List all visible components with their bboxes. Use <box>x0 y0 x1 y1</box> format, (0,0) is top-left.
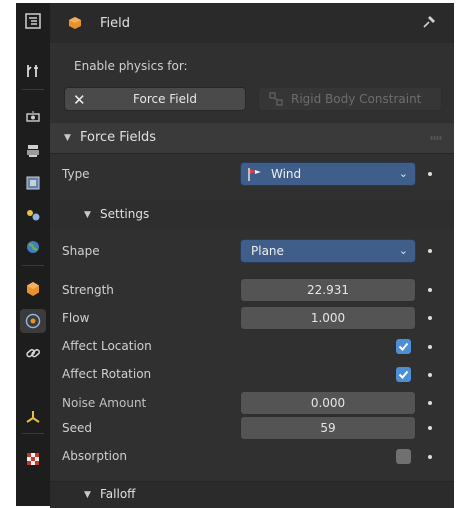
keyframe-dot[interactable] <box>428 172 432 176</box>
check-icon <box>398 370 409 379</box>
rigid-body-constraint-label: Rigid Body Constraint <box>291 92 422 106</box>
seed-field[interactable]: 59 <box>240 416 416 440</box>
chevron-down-icon: ⌄ <box>398 244 408 257</box>
affect-location-label: Affect Location <box>62 339 152 353</box>
force-field-label: Force Field <box>133 92 197 106</box>
properties-tabs <box>16 3 50 506</box>
settings-title: Settings <box>100 207 150 221</box>
keyframe-dot[interactable] <box>428 249 432 253</box>
flow-value: 1.000 <box>310 311 346 325</box>
noise-amount-label: Noise Amount <box>62 396 147 410</box>
affect-rotation-checkbox[interactable] <box>396 367 411 382</box>
noise-amount-field[interactable]: 0.000 <box>240 391 416 415</box>
render-icon[interactable] <box>20 105 46 129</box>
settings-subpanel-header[interactable]: ▼ Settings <box>50 200 454 228</box>
keyframe-dot[interactable] <box>428 401 432 405</box>
tool-icon[interactable] <box>20 59 46 83</box>
editor-type-icon[interactable] <box>20 9 46 33</box>
chevron-down-icon: ⌄ <box>398 167 408 180</box>
properties-editor: Field Enable physics for: ✕ Force Field … <box>16 3 454 508</box>
type-label: Type <box>62 167 90 181</box>
scene-icon[interactable] <box>20 203 46 227</box>
absorption-checkbox[interactable] <box>396 449 411 464</box>
affect-location-checkbox[interactable] <box>396 339 411 354</box>
falloff-subpanel-header[interactable]: ▼ Falloff <box>50 481 454 508</box>
tab-separator <box>22 433 44 434</box>
keyframe-dot[interactable] <box>428 288 432 292</box>
disclosure-triangle-icon: ▼ <box>84 210 91 220</box>
check-icon <box>398 342 409 351</box>
constraints-icon[interactable] <box>20 341 46 365</box>
disclosure-triangle-icon: ▼ <box>84 490 91 500</box>
strength-label: Strength <box>62 283 114 297</box>
disclosure-triangle-icon: ▼ <box>64 133 71 143</box>
pin-icon[interactable] <box>420 13 438 35</box>
affect-rotation-label: Affect Rotation <box>62 367 152 381</box>
seed-value: 59 <box>320 421 336 435</box>
flow-field[interactable]: 1.000 <box>240 306 416 330</box>
rigid-body-constraint-button[interactable]: Rigid Body Constraint <box>258 87 442 111</box>
x-icon: ✕ <box>73 91 86 109</box>
keyframe-dot[interactable] <box>428 426 432 430</box>
keyframe-dot[interactable] <box>428 316 432 320</box>
noise-amount-value: 0.000 <box>310 396 346 410</box>
object-name: Field <box>100 16 131 31</box>
output-icon[interactable] <box>20 139 46 163</box>
view-layer-icon[interactable] <box>20 171 46 195</box>
shape-value: Plane <box>251 244 284 258</box>
object-icon <box>68 16 82 34</box>
keyframe-dot[interactable] <box>428 455 432 459</box>
keyframe-dot[interactable] <box>428 345 432 349</box>
physics-icon[interactable] <box>20 309 46 333</box>
texture-icon[interactable] <box>20 447 46 471</box>
absorption-label: Absorption <box>62 449 127 463</box>
falloff-title: Falloff <box>100 487 136 501</box>
panel-header: Field <box>50 3 454 43</box>
strength-field[interactable]: 22.931 <box>240 278 416 302</box>
seed-label: Seed <box>62 421 92 435</box>
tab-separator <box>22 89 44 90</box>
shape-label: Shape <box>62 244 100 258</box>
enable-physics-label: Enable physics for: <box>74 59 188 73</box>
rigid-body-constraint-icon <box>269 92 283 109</box>
object-icon[interactable] <box>20 277 46 301</box>
shape-dropdown[interactable]: Plane ⌄ <box>240 239 416 263</box>
force-fields-title: Force Fields <box>80 130 157 145</box>
type-dropdown[interactable]: Wind ⌄ <box>240 162 416 186</box>
physics-properties: Field Enable physics for: ✕ Force Field … <box>50 3 454 508</box>
object-data-icon[interactable] <box>20 405 46 429</box>
tab-separator <box>22 265 44 266</box>
drag-handle-icon[interactable] <box>430 136 442 140</box>
force-field-button[interactable]: ✕ Force Field <box>64 87 246 111</box>
strength-value: 22.931 <box>307 283 349 297</box>
flow-label: Flow <box>62 311 90 325</box>
force-fields-panel-header[interactable]: ▼ Force Fields <box>50 123 454 154</box>
type-value: Wind <box>271 167 302 181</box>
world-icon[interactable] <box>20 235 46 259</box>
wind-icon <box>247 166 263 185</box>
keyframe-dot[interactable] <box>428 373 432 377</box>
